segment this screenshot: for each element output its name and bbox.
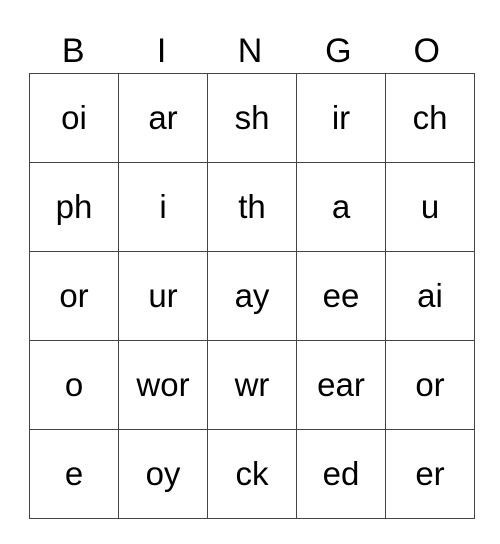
board-cell[interactable]: ee	[296, 251, 386, 341]
board-cell[interactable]: th	[207, 162, 297, 252]
board-row: or ur ay ee ai	[29, 251, 475, 341]
bingo-header: B I N G O	[29, 30, 471, 72]
board-cell[interactable]: ph	[29, 162, 119, 252]
bingo-board: oi ar sh ir ch ph i th a u or ur ay ee a…	[29, 73, 475, 519]
board-cell[interactable]: wor	[118, 340, 208, 430]
board-cell[interactable]: ur	[118, 251, 208, 341]
board-cell[interactable]: u	[385, 162, 475, 252]
board-cell[interactable]: er	[385, 429, 475, 519]
board-row: e oy ck ed er	[29, 429, 475, 519]
header-letter-i: I	[156, 32, 167, 70]
board-cell[interactable]: ck	[207, 429, 297, 519]
board-cell[interactable]: o	[29, 340, 119, 430]
board-row: ph i th a u	[29, 162, 475, 252]
board-cell[interactable]: e	[29, 429, 119, 519]
board-cell[interactable]: ai	[385, 251, 475, 341]
header-letter-o: O	[413, 32, 440, 70]
board-cell[interactable]: a	[296, 162, 386, 252]
board-cell[interactable]: oi	[29, 73, 119, 163]
board-row: oi ar sh ir ch	[29, 73, 475, 163]
board-cell[interactable]: ar	[118, 73, 208, 163]
board-cell[interactable]: i	[118, 162, 208, 252]
board-cell[interactable]: sh	[207, 73, 297, 163]
board-cell[interactable]: ed	[296, 429, 386, 519]
board-cell[interactable]: ear	[296, 340, 386, 430]
board-cell[interactable]: ay	[207, 251, 297, 341]
board-cell[interactable]: ir	[296, 73, 386, 163]
board-cell[interactable]: or	[29, 251, 119, 341]
header-letter-g: G	[325, 32, 352, 70]
board-cell[interactable]: oy	[118, 429, 208, 519]
board-row: o wor wr ear or	[29, 340, 475, 430]
header-letter-b: B	[61, 32, 85, 70]
board-cell[interactable]: ch	[385, 73, 475, 163]
board-cell[interactable]: wr	[207, 340, 297, 430]
board-cell[interactable]: or	[385, 340, 475, 430]
header-letter-n: N	[237, 32, 263, 70]
